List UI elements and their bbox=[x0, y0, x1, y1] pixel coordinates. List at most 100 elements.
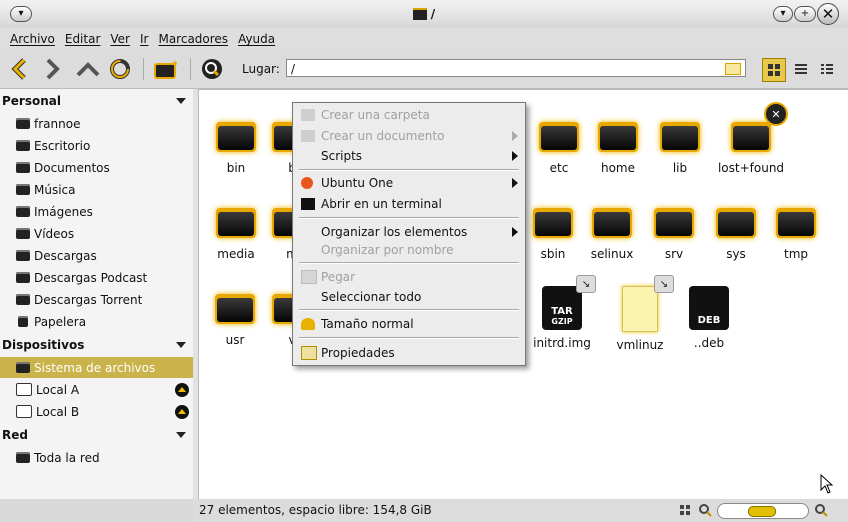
menu-item-label: Ubuntu One bbox=[321, 176, 394, 190]
context-menu: Crear una carpeta Crear un documento Scr… bbox=[292, 102, 526, 366]
paste-icon bbox=[301, 270, 317, 284]
sidebar: Personal frannoe Escritorio Documentos M… bbox=[0, 89, 193, 499]
back-button[interactable] bbox=[8, 57, 32, 81]
compact-view-button[interactable] bbox=[816, 58, 838, 80]
menu-item-organizar-nombre[interactable]: Organizar por nombre bbox=[293, 240, 525, 260]
up-arrow-icon bbox=[76, 62, 100, 77]
sidebar-item-label: Descargas bbox=[34, 248, 97, 263]
forward-arrow-icon bbox=[46, 58, 60, 80]
up-button[interactable] bbox=[76, 57, 100, 81]
sidebar-item-descargas[interactable]: Descargas bbox=[0, 245, 193, 266]
menu-editar[interactable]: Editar bbox=[60, 32, 106, 46]
sidebar-item-papelera[interactable]: Papelera bbox=[0, 311, 193, 332]
reload-button[interactable] bbox=[108, 57, 132, 81]
sidebar-item-local-b[interactable]: Local B bbox=[0, 401, 193, 422]
submenu-arrow-icon bbox=[512, 227, 518, 237]
new-document-icon bbox=[301, 130, 315, 142]
menu-item-label: Seleccionar todo bbox=[321, 290, 422, 304]
file-item-initrd[interactable]: TAR GZIP initrd.img bbox=[517, 286, 607, 350]
sidebar-item-sistema-de-archivos[interactable]: Sistema de archivos bbox=[0, 357, 193, 378]
grid-icon bbox=[680, 505, 690, 515]
menu-ver[interactable]: Ver bbox=[105, 32, 135, 46]
sidebar-item-videos[interactable]: Vídeos bbox=[0, 223, 193, 244]
new-folder-icon: ✶ bbox=[154, 59, 177, 79]
sidebar-item-imagenes[interactable]: Imágenes bbox=[0, 201, 193, 222]
sidebar-item-descargas-torrent[interactable]: Descargas Torrent bbox=[0, 289, 193, 310]
menu-item-crear-carpeta[interactable]: Crear una carpeta bbox=[293, 105, 525, 125]
desktop-icon bbox=[16, 140, 30, 151]
menu-item-crear-documento[interactable]: Crear un documento bbox=[293, 126, 525, 146]
folder-icon bbox=[412, 8, 427, 20]
menu-item-scripts[interactable]: Scripts bbox=[293, 146, 525, 166]
network-icon bbox=[16, 452, 30, 463]
menu-item-propiedades[interactable]: Propiedades bbox=[293, 343, 525, 363]
mouse-cursor-icon bbox=[820, 474, 834, 494]
folder-icon bbox=[660, 120, 700, 152]
sidebar-item-local-a[interactable]: Local A bbox=[0, 379, 193, 400]
menu-item-pegar[interactable]: Pegar bbox=[293, 267, 525, 287]
menu-archivo[interactable]: Archivo bbox=[5, 32, 60, 46]
file-item-deb[interactable]: DEB ..deb bbox=[664, 286, 754, 350]
eject-icon[interactable] bbox=[175, 383, 189, 397]
collapse-devices-icon[interactable] bbox=[176, 342, 186, 348]
minimize-button[interactable]: ▾ bbox=[773, 6, 793, 22]
sidebar-item-descargas-podcast[interactable]: Descargas Podcast bbox=[0, 267, 193, 288]
collapse-personal-icon[interactable] bbox=[176, 98, 186, 104]
menu-item-label: Crear una carpeta bbox=[321, 108, 430, 122]
eject-icon[interactable] bbox=[175, 405, 189, 419]
window-title: / bbox=[0, 0, 848, 28]
drive-a-icon bbox=[16, 383, 32, 396]
new-folder-button[interactable]: ✶ bbox=[153, 57, 177, 81]
collapse-network-icon[interactable] bbox=[176, 432, 186, 438]
sidebar-item-frannoe[interactable]: frannoe bbox=[0, 113, 193, 134]
music-folder-icon bbox=[16, 184, 30, 195]
sidebar-item-documentos[interactable]: Documentos bbox=[0, 157, 193, 178]
toolbar-separator bbox=[190, 58, 191, 80]
maximize-button[interactable]: + bbox=[794, 6, 816, 22]
search-icon bbox=[202, 59, 222, 79]
toolbar: ✶ Lugar: / bbox=[0, 50, 848, 89]
menu-separator bbox=[299, 169, 519, 171]
search-button[interactable] bbox=[200, 57, 224, 81]
folder-icon bbox=[16, 250, 30, 261]
folder-icon bbox=[654, 206, 694, 238]
menu-item-seleccionar-todo[interactable]: Seleccionar todo bbox=[293, 287, 525, 307]
zoom-slider-thumb[interactable] bbox=[748, 506, 776, 517]
menu-separator bbox=[299, 309, 519, 311]
sidebar-item-label: Descargas Podcast bbox=[34, 270, 148, 285]
submenu-arrow-icon bbox=[512, 131, 518, 141]
menu-marcadores[interactable]: Marcadores bbox=[153, 32, 233, 46]
file-item-lost-found[interactable]: lost+found bbox=[706, 120, 796, 175]
sidebar-item-escritorio[interactable]: Escritorio bbox=[0, 135, 193, 156]
menu-item-abrir-terminal[interactable]: Abrir en un terminal bbox=[293, 194, 525, 214]
menu-separator bbox=[299, 217, 519, 219]
compact-list-icon bbox=[821, 64, 833, 74]
folder-icon bbox=[16, 272, 30, 283]
menu-ayuda[interactable]: Ayuda bbox=[233, 32, 280, 46]
location-input[interactable]: / bbox=[286, 59, 746, 77]
folder-icon bbox=[592, 206, 632, 238]
keyboard-icon[interactable] bbox=[725, 63, 741, 75]
drive-b-icon bbox=[16, 405, 32, 418]
sidebar-item-label: Documentos bbox=[34, 160, 110, 175]
sidebar-item-toda-la-red[interactable]: Toda la red bbox=[0, 447, 193, 468]
folder-icon bbox=[776, 206, 816, 238]
menu-item-label: Pegar bbox=[321, 270, 356, 284]
menu-item-organizar-elementos[interactable]: Organizar los elementos bbox=[293, 222, 525, 242]
file-item-tmp[interactable]: tmp bbox=[751, 206, 841, 261]
file-name: initrd.img bbox=[533, 336, 591, 350]
menu-item-ubuntu-one[interactable]: Ubuntu One bbox=[293, 173, 525, 193]
menu-ir[interactable]: Ir bbox=[135, 32, 153, 46]
close-button[interactable]: ✕ bbox=[817, 3, 839, 25]
zoom-in-icon[interactable] bbox=[814, 503, 828, 517]
zoom-slider[interactable] bbox=[717, 503, 809, 519]
file-name: lost+found bbox=[717, 161, 785, 175]
menu-item-tamano-normal[interactable]: Tamaño normal bbox=[293, 314, 525, 334]
sidebar-item-musica[interactable]: Música bbox=[0, 179, 193, 200]
zoom-out-icon[interactable] bbox=[698, 503, 712, 517]
icon-view-button[interactable] bbox=[762, 58, 786, 82]
forward-button[interactable] bbox=[40, 57, 64, 81]
location-label: Lugar: bbox=[242, 62, 280, 76]
list-view-button[interactable] bbox=[790, 58, 812, 80]
sidebar-item-label: Escritorio bbox=[34, 138, 91, 153]
